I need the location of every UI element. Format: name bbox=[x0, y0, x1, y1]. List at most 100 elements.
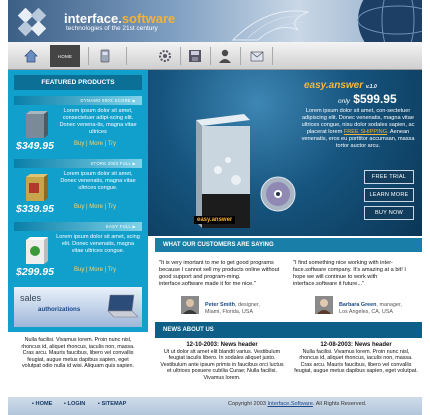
copyright: Copyright 2003 Interface.Software. All R… bbox=[228, 401, 367, 407]
product-title[interactable]: STORE 2003 FULL ▶ bbox=[14, 159, 142, 168]
link-separator: | bbox=[86, 267, 88, 273]
hero-banner: easy.answer easy.answer v.1.0 only $599.… bbox=[148, 70, 422, 236]
laptop-icon bbox=[107, 294, 138, 318]
try-link[interactable]: Try bbox=[108, 141, 116, 147]
testimonials: "It is very imortant to me to get good p… bbox=[155, 254, 422, 320]
nav-disk-button[interactable] bbox=[184, 45, 206, 67]
footer-sitemap-link[interactable]: ▪ SITEMAP bbox=[98, 401, 126, 407]
featured-products-heading: FEATURED PRODUCTS bbox=[14, 75, 142, 90]
free-trial-button[interactable]: FREE TRIAL bbox=[364, 170, 414, 184]
testimonial-author: Peter Smith, designer, Miami, Florida, US… bbox=[159, 296, 285, 318]
author-info: Barbara Green, manager, Los Angeles, CA, … bbox=[339, 302, 402, 315]
product-box-image bbox=[26, 111, 48, 138]
version-label: v.1.0 bbox=[365, 84, 377, 90]
nav-divider bbox=[210, 47, 211, 65]
box-label: easy.answer bbox=[194, 216, 236, 224]
product-card: EASY FULL ▶ Lorem ipsum dolor sit amet, … bbox=[14, 222, 142, 280]
hero-price: only $599.95 bbox=[338, 92, 397, 106]
nav-divider bbox=[126, 47, 127, 65]
news-header[interactable]: 12-08-2003: News header bbox=[293, 342, 419, 349]
news-item: 12-10-2003: News header Ut ut dolor sit … bbox=[159, 342, 285, 382]
nav-divider bbox=[180, 47, 181, 65]
product-title[interactable]: DYNAMO 800X SCORE ▶ bbox=[14, 96, 142, 105]
testimonial-author: Barbara Green, manager, Los Angeles, CA, … bbox=[293, 296, 419, 318]
hero-description: Lorem ipsum dolor sit amet, con-sectetue… bbox=[301, 108, 415, 149]
try-link[interactable]: Try bbox=[108, 267, 116, 273]
news-item: 12-08-2003: News header Nulla facilisi. … bbox=[293, 342, 419, 375]
more-link[interactable]: More bbox=[89, 141, 103, 147]
gear-icon bbox=[159, 50, 171, 62]
link-separator: | bbox=[104, 204, 107, 210]
buy-link[interactable]: Buy bbox=[74, 267, 84, 273]
left-text-area: Nulla facilisi. Vivamus lorem. Proin nun… bbox=[8, 332, 148, 396]
testimonial-quote: "I find something nice working with inte… bbox=[293, 260, 406, 287]
sales-authorizations-banner[interactable]: sales authorizations bbox=[14, 287, 142, 327]
link-separator: | bbox=[86, 204, 88, 210]
author-name: Barbara Green bbox=[339, 302, 377, 308]
product-links: Buy | More | Try bbox=[74, 267, 116, 273]
header: interface.software technologies of the 2… bbox=[8, 0, 422, 42]
more-link[interactable]: More bbox=[89, 267, 103, 273]
nav-settings-button[interactable] bbox=[154, 45, 176, 67]
nav-divider bbox=[240, 47, 241, 65]
news-header[interactable]: 12-10-2003: News header bbox=[159, 342, 285, 349]
person-icon bbox=[219, 49, 231, 63]
nav-divider bbox=[88, 47, 89, 65]
product-links: Buy | More | Try bbox=[74, 204, 116, 210]
footer-login-link[interactable]: ▪ LOGIN bbox=[64, 401, 85, 407]
footer-home-link[interactable]: ▪ HOME bbox=[32, 401, 52, 407]
product-price: $339.95 bbox=[16, 203, 54, 215]
product-card: DYNAMO 800X SCORE ▶ Lorem ipsum dolor si… bbox=[14, 96, 142, 154]
nav-phone-button[interactable] bbox=[94, 45, 116, 67]
product-box-art bbox=[196, 114, 250, 228]
footer: ▪ HOME ▪ LOGIN ▪ SITEMAP Copyright 2003 … bbox=[8, 397, 422, 415]
nav-mail-button[interactable] bbox=[246, 45, 268, 67]
phone-icon bbox=[100, 49, 110, 63]
cd-icon bbox=[260, 176, 296, 212]
avatar bbox=[315, 296, 333, 314]
product-box-image bbox=[26, 237, 48, 264]
news-section: 12-10-2003: News header Ut ut dolor sit … bbox=[155, 340, 422, 396]
logo-icon bbox=[18, 8, 46, 36]
news-text: Ut ut dolor sit amet elit blandit varius… bbox=[160, 348, 284, 381]
left-column: FEATURED PRODUCTS DYNAMO 800X SCORE ▶ Lo… bbox=[8, 70, 148, 396]
author-info: Peter Smith, designer, Miami, Florida, US… bbox=[205, 302, 260, 315]
free-shipping-link[interactable]: FREE SHIPPING bbox=[344, 129, 387, 135]
product-description: Lorem ipsum dolor sit amet, consectetuer… bbox=[59, 108, 137, 135]
home-icon bbox=[24, 49, 38, 63]
author-name: Peter Smith bbox=[205, 302, 235, 308]
testimonials-heading: WHAT OUR CUSTOMERS ARE SAYING bbox=[155, 238, 422, 252]
link-separator: | bbox=[104, 267, 107, 273]
bird-illustration bbox=[231, 10, 310, 41]
more-link[interactable]: More bbox=[89, 204, 103, 210]
nav-home-button[interactable] bbox=[20, 45, 42, 67]
product-title[interactable]: EASY FULL ▶ bbox=[14, 222, 142, 231]
link-separator: | bbox=[104, 141, 107, 147]
brand-title: interface.software bbox=[64, 11, 176, 26]
buy-link[interactable]: Buy bbox=[74, 141, 84, 147]
sales-title: sales bbox=[20, 293, 42, 303]
product-card: STORE 2003 FULL ▶ Lorem ipsum dolor sit … bbox=[14, 159, 142, 217]
mail-icon bbox=[250, 51, 264, 62]
nav-support-button[interactable] bbox=[214, 45, 236, 67]
buy-now-button[interactable]: BUY NOW bbox=[364, 206, 414, 220]
product-price: $299.95 bbox=[16, 266, 54, 278]
news-text: Nulla facilisi. Vivamus lorem. Proin nun… bbox=[294, 348, 418, 375]
link-separator: | bbox=[86, 141, 88, 147]
buy-link[interactable]: Buy bbox=[74, 204, 84, 210]
learn-more-button[interactable]: LEARN MORE bbox=[364, 188, 414, 202]
left-paragraph: Nulla facilisi. Vivamus lorem. Proin nun… bbox=[16, 335, 140, 372]
avatar bbox=[181, 296, 199, 314]
nav-divider bbox=[272, 47, 273, 65]
try-link[interactable]: Try bbox=[108, 204, 116, 210]
copyright-brand-link[interactable]: Interface.Software bbox=[268, 401, 313, 407]
hero-product-title: easy.answer v.1.0 bbox=[304, 80, 377, 91]
news-heading: NEWS ABOUT US bbox=[155, 322, 422, 338]
product-links: Buy | More | Try bbox=[74, 141, 116, 147]
nav-home-label[interactable]: HOME bbox=[50, 45, 80, 67]
product-price: $349.95 bbox=[16, 140, 54, 152]
testimonial-quote: "It is very imortant to me to get good p… bbox=[159, 260, 280, 287]
sales-subtitle: authorizations bbox=[38, 306, 81, 313]
tagline: technologies of the 21st century bbox=[66, 25, 158, 32]
page: interface.software technologies of the 2… bbox=[8, 0, 422, 415]
